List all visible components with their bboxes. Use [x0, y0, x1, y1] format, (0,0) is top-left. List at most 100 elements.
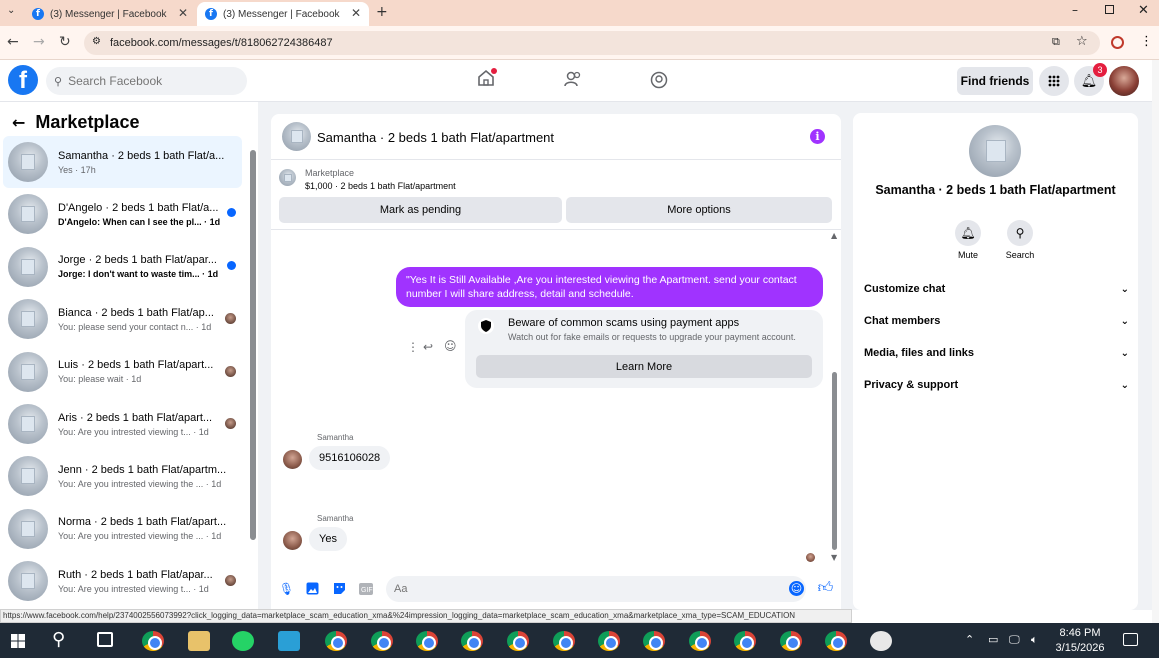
conversation-item[interactable]: Ruth · 2 beds 1 bath Flat/apar... You: Ar… — [3, 555, 242, 607]
listing-price[interactable]: $1,000 · 2 beds 1 bath Flat/apartment — [305, 181, 456, 191]
gif-icon[interactable]: GIF — [358, 581, 373, 596]
notification-center-icon[interactable] — [1123, 633, 1138, 646]
outgoing-message[interactable]: "Yes It is Still Available ,Are you inte… — [396, 267, 823, 307]
react-icon[interactable]: ☺ — [444, 339, 457, 353]
search-input[interactable] — [68, 74, 229, 88]
find-friends-button[interactable]: Find friends — [957, 67, 1033, 95]
chrome-profile-icon[interactable] — [825, 631, 847, 651]
mark-as-pending-button[interactable]: Mark as pending — [279, 197, 562, 223]
tab-list-chevron-icon[interactable]: ⌄ — [7, 5, 15, 16]
close-tab-icon[interactable]: ✕ — [351, 6, 361, 20]
browser-tab-2[interactable]: f (3) Messenger | Facebook ✕ — [197, 2, 369, 26]
message-input[interactable] — [394, 583, 774, 595]
conversation-item[interactable]: D'Angelo · 2 beds 1 bath Flat/a... D'Ange… — [3, 188, 242, 240]
chat-avatar[interactable] — [282, 122, 311, 151]
windows-start-icon[interactable] — [11, 634, 25, 651]
browser-menu-icon[interactable]: ⋮ — [1140, 34, 1153, 49]
contact-avatar[interactable] — [969, 125, 1021, 177]
thumbs-up-icon[interactable]: 👍︎ — [818, 578, 834, 596]
more-options-button[interactable]: More options — [566, 197, 832, 223]
snipping-tool-icon[interactable] — [870, 631, 892, 651]
message-input-box[interactable]: ☺ — [386, 576, 806, 602]
chrome-profile-icon[interactable] — [507, 631, 529, 651]
voice-recorder-icon[interactable] — [278, 631, 300, 651]
bookmark-star-icon[interactable]: ☆ — [1076, 34, 1088, 49]
scroll-up-icon[interactable]: ▲ — [831, 231, 837, 240]
chrome-profile-icon[interactable] — [643, 631, 665, 651]
conversation-item[interactable]: Bianca · 2 beds 1 bath Flat/ap... You: pl… — [3, 293, 242, 345]
more-actions-icon[interactable]: ⋮ — [407, 340, 419, 354]
close-window-icon[interactable]: ✕ — [1138, 3, 1149, 18]
microphone-icon[interactable]: 🎙︎ — [279, 581, 294, 596]
chrome-profile-icon[interactable] — [780, 631, 802, 651]
friends-icon[interactable] — [564, 71, 582, 90]
whatsapp-icon[interactable] — [232, 631, 254, 651]
chrome-profile-icon[interactable] — [689, 631, 711, 651]
back-icon[interactable]: ← — [7, 34, 19, 50]
restore-icon[interactable] — [1105, 5, 1114, 14]
chrome-profile-icon[interactable] — [553, 631, 575, 651]
account-avatar[interactable] — [1109, 66, 1139, 96]
sticker-icon[interactable] — [332, 581, 347, 596]
chat-scrollbar[interactable] — [832, 372, 837, 550]
image-icon[interactable] — [305, 581, 320, 596]
groups-icon[interactable] — [650, 71, 668, 92]
incoming-message[interactable]: Yes — [309, 527, 347, 551]
emoji-icon[interactable]: ☺ — [789, 581, 804, 596]
file-manager-icon[interactable] — [188, 631, 210, 651]
install-app-icon[interactable]: ⧉ — [1052, 35, 1060, 49]
reply-icon[interactable]: ↩ — [423, 340, 433, 354]
menu-grid-button[interactable] — [1039, 66, 1069, 96]
privacy-support-section[interactable]: Privacy & support ⌄ — [864, 375, 1129, 395]
chat-members-section[interactable]: Chat members ⌄ — [864, 311, 1129, 331]
new-tab-icon[interactable]: + — [376, 4, 388, 20]
info-icon[interactable]: i — [810, 129, 825, 144]
network-icon[interactable]: 🖵︎ — [1009, 633, 1020, 647]
sender-avatar[interactable] — [283, 450, 302, 469]
listing-thumbnail[interactable] — [279, 169, 296, 186]
chrome-profile-icon[interactable] — [461, 631, 483, 651]
incoming-message[interactable]: 9516106028 — [309, 446, 391, 470]
minimize-icon[interactable]: – — [1072, 3, 1078, 17]
search-box[interactable]: ⚲ — [46, 67, 247, 95]
close-tab-icon[interactable]: ✕ — [178, 6, 188, 20]
chrome-profile-icon[interactable] — [416, 631, 438, 651]
chrome-profile-icon[interactable] — [598, 631, 620, 651]
forward-icon[interactable]: → — [33, 34, 45, 50]
conversation-item[interactable]: Jenn · 2 beds 1 bath Flat/apartm... You: … — [3, 450, 242, 502]
chat-list-scrollbar[interactable] — [250, 150, 256, 540]
tray-chevron-up-icon[interactable]: ⌃ — [965, 633, 974, 646]
back-arrow-icon[interactable]: ← — [12, 113, 25, 132]
customize-chat-section[interactable]: Customize chat ⌄ — [864, 279, 1129, 299]
learn-more-button[interactable]: Learn More — [476, 355, 812, 378]
taskbar-clock[interactable]: 8:46 PM 3/15/2026 — [1052, 626, 1108, 656]
taskbar-search-icon[interactable]: ⚲ — [52, 629, 65, 650]
conversation-item[interactable]: Luis · 2 beds 1 bath Flat/apart... You: p… — [3, 346, 242, 398]
conversation-item[interactable]: Aris · 2 beds 1 bath Flat/apart... You: A… — [3, 398, 242, 450]
page-scrollbar[interactable] — [1152, 60, 1159, 623]
conversation-item[interactable]: Jorge · 2 beds 1 bath Flat/apar... Jorge:… — [3, 241, 242, 293]
site-settings-icon[interactable]: ⚙ — [92, 36, 101, 47]
profile-icon[interactable] — [1111, 36, 1124, 49]
media-files-links-section[interactable]: Media, files and links ⌄ — [864, 343, 1129, 363]
home-icon[interactable] — [477, 68, 497, 87]
url-field[interactable]: ⚙ facebook.com/messages/t/81806272438648… — [84, 31, 1100, 55]
scroll-down-icon[interactable]: ▼ — [831, 553, 837, 562]
contact-name[interactable]: Samantha · 2 beds 1 bath Flat/apartment — [853, 183, 1138, 197]
mute-button[interactable]: 🔔︎ Mute — [943, 220, 993, 260]
reload-icon[interactable]: ↻ — [59, 34, 71, 50]
search-in-chat-button[interactable]: ⚲ Search — [995, 220, 1045, 260]
chrome-profile-icon[interactable] — [734, 631, 756, 651]
chrome-profile-icon[interactable] — [325, 631, 347, 651]
conversation-item[interactable]: Samantha · 2 beds 1 bath Flat/a... Yes · … — [3, 136, 242, 188]
sender-avatar[interactable] — [283, 531, 302, 550]
battery-icon[interactable]: ▭ — [988, 633, 998, 646]
conversation-item[interactable]: Norma · 2 beds 1 bath Flat/apart... You: … — [3, 503, 242, 555]
task-view-icon[interactable] — [97, 632, 113, 647]
chrome-profile-icon[interactable] — [371, 631, 393, 651]
facebook-logo-icon[interactable]: f — [8, 65, 38, 95]
volume-icon[interactable]: 🔈︎ — [1031, 633, 1038, 647]
chat-title[interactable]: Samantha · 2 beds 1 bath Flat/apartment — [317, 130, 554, 145]
chrome-icon[interactable] — [142, 631, 164, 651]
browser-tab-1[interactable]: f (3) Messenger | Facebook ✕ — [24, 2, 196, 26]
